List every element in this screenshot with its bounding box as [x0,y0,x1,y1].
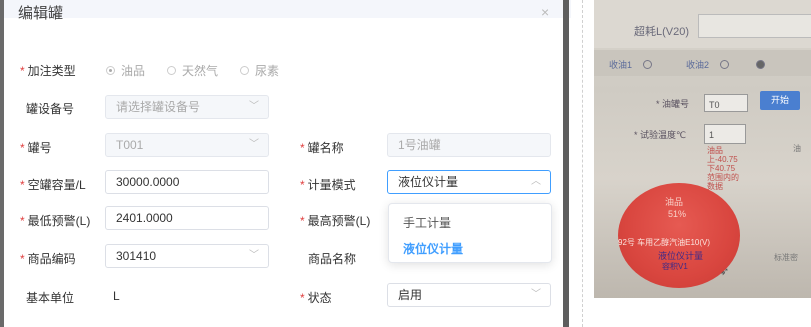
status-value: 启用 [398,288,423,302]
tank-name-label: * 罐名称 [300,141,344,155]
measure-mode-label: * 计量模式 [300,178,356,192]
photo-input-box [698,14,811,38]
photo-start-button: 开始 [760,91,800,110]
chevron-up-icon: ︿ [531,176,541,187]
divider [582,0,583,327]
chevron-down-icon: ﹀ [249,250,259,261]
empty-capacity-value: 30000.0000 [116,175,180,189]
dialog-header [0,0,571,18]
photo-temp-input: 1 [704,124,746,144]
photo-title: 超耗L(V20) [634,26,690,38]
cursor-icon: ➶ [720,266,730,278]
photo-oil-value: T0 [709,100,720,110]
tank-device-select[interactable]: 请选择罐设备号 ﹀ [105,95,269,119]
circle-icon [643,60,652,69]
tank-no-value: T001 [116,138,144,152]
product-code-value: 301410 [116,249,157,263]
photo-side-note: 标准密 [774,253,798,262]
product-code-label: * 商品编码 [20,252,76,266]
tank-no-label: * 罐号 [20,141,52,155]
base-unit-value: L [113,289,120,303]
circle-text: 油品 [665,197,684,207]
measure-mode-dropdown: 手工计量 液位仪计量 [388,203,552,263]
empty-capacity-label: * 空罐容量/L [20,178,86,192]
min-alarm-label: * 最低预警(L) [20,214,91,228]
status-label: * 状态 [300,291,332,305]
chevron-down-icon: ﹀ [249,139,259,150]
min-alarm-value: 2401.0000 [116,211,173,225]
tank-device-placeholder: 请选择罐设备号 [116,100,201,114]
photo-tabs: 收油1 收油2 [594,50,811,76]
reference-photo: 超耗L(V20) 收油1 收油2 * 油罐号 T0 开始 * 试验温度℃ 1 油… [594,0,811,298]
circle-icon [756,60,765,69]
fill-type-radio-urea[interactable]: 尿素 [240,62,279,79]
close-icon[interactable]: × [541,4,549,20]
product-code-select[interactable]: 301410 ﹀ [105,244,269,268]
circle-text: 92号 车用乙醇汽油E10(V) [618,238,711,247]
overlay-edge-right [563,0,569,327]
radio-icon [240,66,249,75]
photo-oil-label: * 油罐号 [656,99,690,109]
status-select[interactable]: 启用 ﹀ [387,283,551,307]
photo-temp-label: * 试验温度℃ [634,130,687,140]
fill-type-radio-gas[interactable]: 天然气 [167,62,218,79]
circle-text: 51% [668,209,687,219]
measure-mode-value: 液位仪计量 [398,175,459,189]
photo-side-note-oil: 油 [793,144,801,153]
photo-tab-2: 收油2 [686,60,710,70]
dialog-title: 编辑罐 [18,5,64,22]
tank-no-select[interactable]: T001 ﹀ [105,133,269,157]
radio-icon [167,66,176,75]
chevron-down-icon: ﹀ [249,101,259,112]
radio-icon [106,66,115,75]
fill-type-radio-oil[interactable]: 油品 [106,62,145,79]
empty-capacity-input[interactable]: 30000.0000 [105,170,269,194]
max-alarm-label: * 最高预警(L) [300,214,371,228]
circle-icon [720,60,729,69]
chevron-down-icon: ﹀ [531,289,541,300]
min-alarm-input[interactable]: 2401.0000 [105,206,269,230]
photo-oil-select: T0 [704,94,748,112]
overlay-edge-left [0,0,4,327]
base-unit-label: 基本单位 [26,291,75,305]
dropdown-option-level-gauge[interactable]: 液位仪计量 [403,240,463,257]
dropdown-option-manual[interactable]: 手工计量 [403,214,451,231]
product-name-label: 商品名称 [308,252,357,266]
photo-temp-value: 1 [709,130,715,140]
photo-red-notes: 油品 上-40.75 下40.75 范围内的 数据 [707,146,739,191]
photo-tab-1: 收油1 [609,60,633,70]
edit-tank-dialog: 编辑罐 × * 加注类型 油品 天然气 尿素 罐设备号 请选择罐设备号 ﹀ * 罐号 … [0,0,571,327]
tank-name-value: 1号油罐 [398,138,441,152]
tank-device-label: 罐设备号 [26,102,75,116]
tank-name-input[interactable]: 1号油罐 [387,133,551,157]
fill-type-label: * 加注类型 [20,64,76,78]
circle-text: 容积V1 [662,262,688,271]
measure-mode-select[interactable]: 液位仪计量 ︿ [387,170,551,194]
